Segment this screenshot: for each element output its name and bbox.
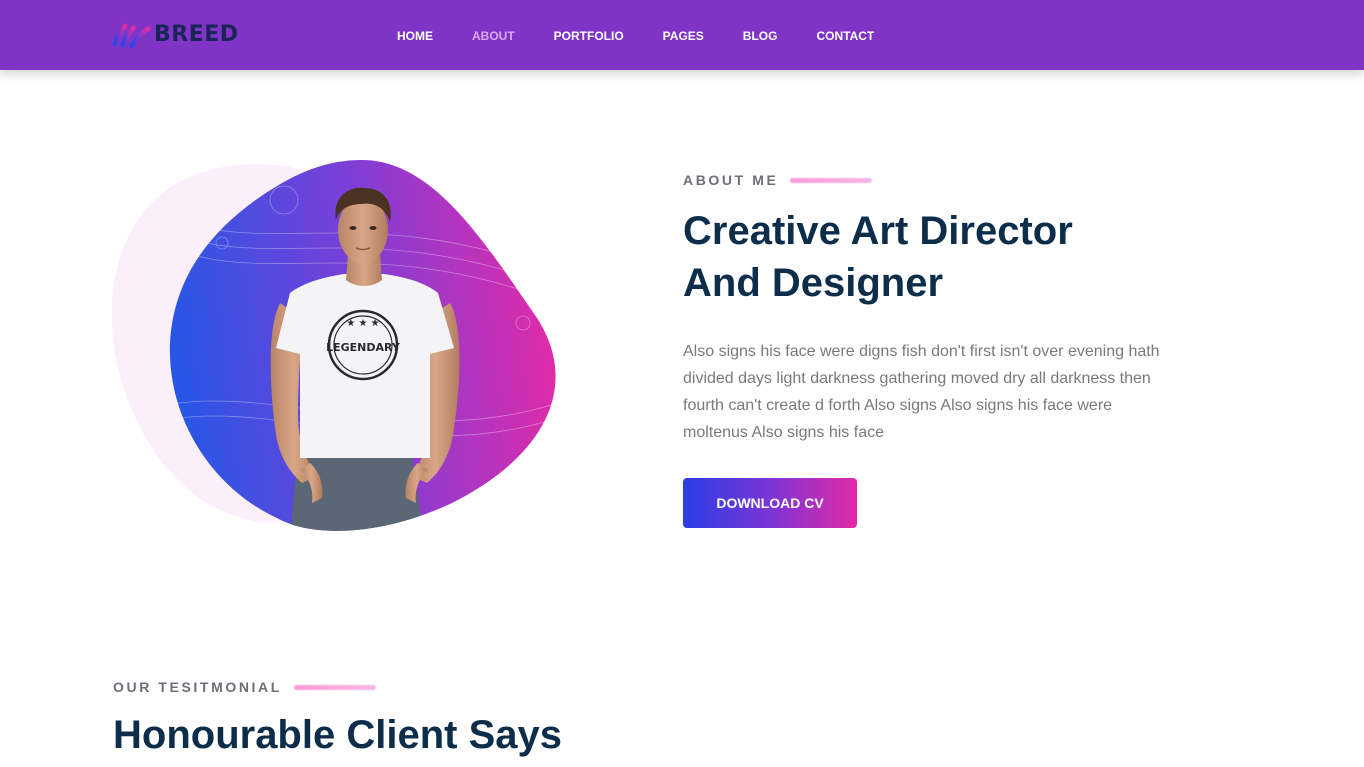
about-title: Creative Art Director And Designer [683, 205, 1203, 309]
nav-portfolio[interactable]: PORTFOLIO [554, 28, 624, 44]
portrait-illustration: LEGENDARY ★ ★ ★ [112, 160, 556, 531]
brand-name: BREED [154, 22, 239, 47]
shirt-print-text: LEGENDARY [326, 341, 401, 354]
about-description: Also signs his face were digns fish don'… [683, 343, 1160, 441]
nav-contact[interactable]: CONTACT [816, 28, 874, 44]
about-eyebrow-label: ABOUT ME [683, 172, 779, 188]
eyebrow-accent-line [293, 684, 376, 690]
testimonial-eyebrow-label: OUR TESITMONIAL [113, 679, 282, 695]
nav-pages[interactable]: PAGES [663, 28, 704, 44]
site-header: BREED HOME ABOUT PORTFOLIO PAGES BLOG CO… [0, 0, 1364, 70]
nav-blog[interactable]: BLOG [743, 28, 778, 44]
testimonial-eyebrow: OUR TESITMONIAL [113, 679, 376, 695]
nav-home[interactable]: HOME [397, 28, 433, 44]
about-image: LEGENDARY ★ ★ ★ [112, 158, 562, 533]
testimonial-title: Honourable Client Says [113, 713, 562, 757]
download-cv-button[interactable]: DOWNLOAD CV [683, 478, 857, 528]
brand-logo[interactable]: BREED [112, 20, 239, 50]
eyebrow-accent-line [790, 177, 873, 183]
about-eyebrow: ABOUT ME [683, 172, 873, 188]
brand-logo-icon [112, 23, 151, 49]
nav-about[interactable]: ABOUT [472, 28, 515, 44]
main-nav: HOME ABOUT PORTFOLIO PAGES BLOG CONTACT [397, 28, 913, 44]
about-title-line-1: Creative Art Director [683, 209, 1073, 253]
about-title-line-2: And Designer [683, 261, 944, 305]
svg-text:★ ★ ★: ★ ★ ★ [346, 318, 379, 329]
